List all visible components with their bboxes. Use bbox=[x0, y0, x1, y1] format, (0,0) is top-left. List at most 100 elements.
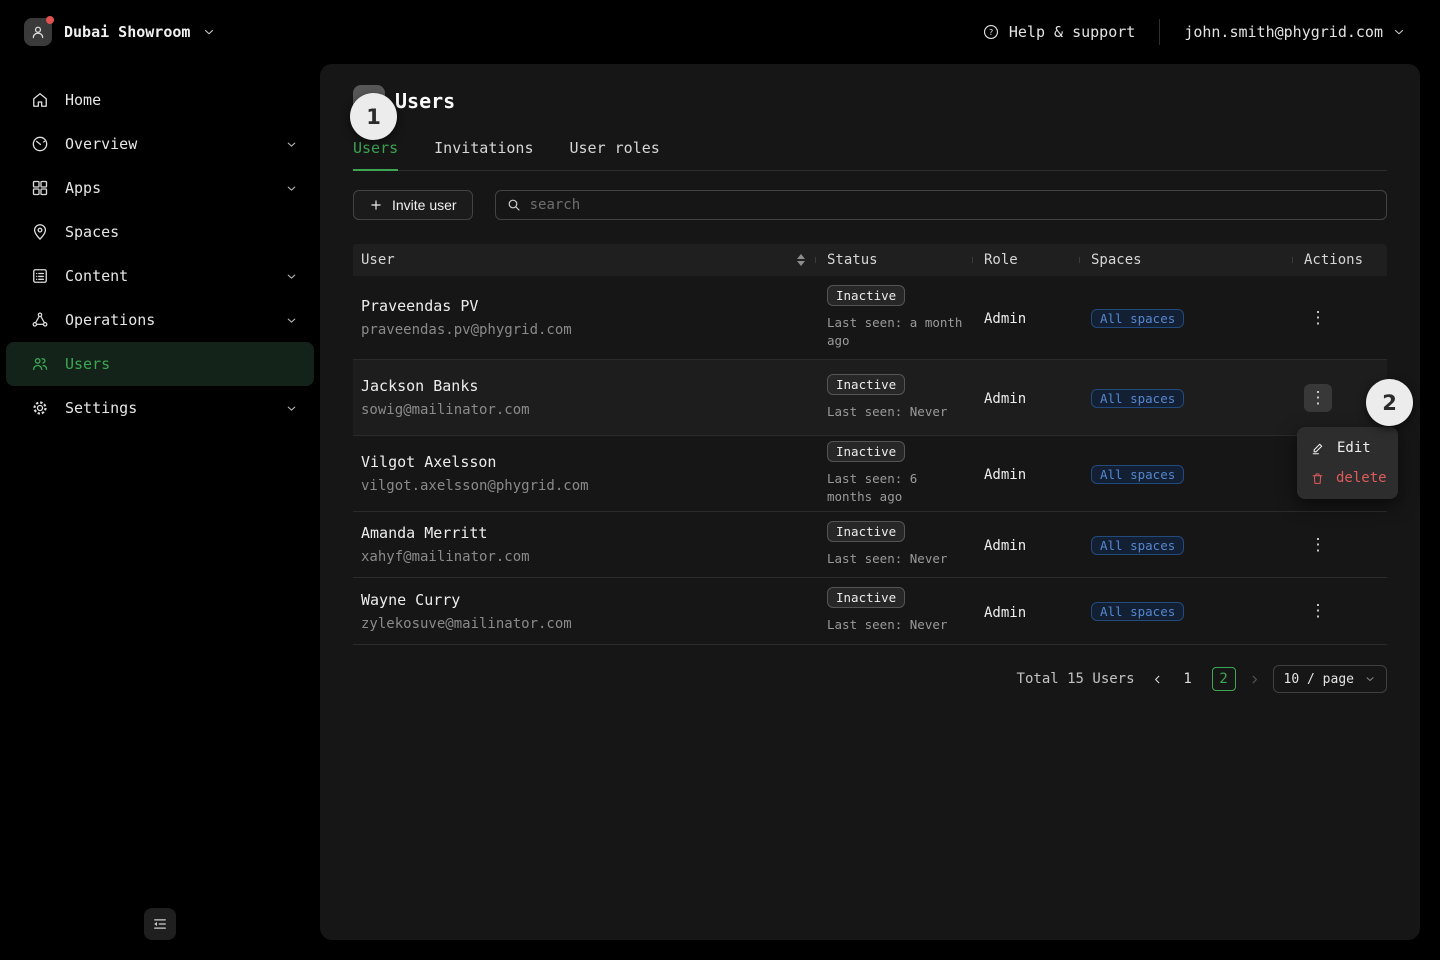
help-label: Help & support bbox=[1009, 23, 1135, 41]
sidebar-item-label: Users bbox=[65, 355, 110, 373]
tab-users[interactable]: Users bbox=[353, 139, 398, 170]
sidebar-item-users[interactable]: Users bbox=[6, 342, 314, 386]
page-button-2[interactable]: 2 bbox=[1212, 667, 1236, 691]
top-bar: Dubai Showroom ? Help & support john.smi… bbox=[0, 0, 1440, 64]
row-actions-kebab-icon[interactable]: ⋮ bbox=[1304, 304, 1332, 332]
search-input[interactable] bbox=[530, 197, 1376, 213]
sidebar-collapse-button[interactable] bbox=[144, 908, 176, 940]
search-icon bbox=[506, 197, 522, 213]
column-header-user[interactable]: User bbox=[353, 252, 815, 268]
sidebar-item-settings[interactable]: Settings bbox=[0, 386, 320, 430]
user-email: praveendas.pv@phygrid.com bbox=[361, 322, 815, 338]
menu-fold-icon bbox=[151, 915, 169, 933]
apps-grid-icon bbox=[30, 178, 50, 198]
question-circle-icon: ? bbox=[982, 23, 1000, 41]
user-name: Vilgot Axelsson bbox=[361, 453, 815, 471]
context-menu-label: delete bbox=[1336, 470, 1387, 486]
page-button-1[interactable]: 1 bbox=[1176, 667, 1200, 691]
trash-icon bbox=[1310, 471, 1325, 486]
next-page-icon[interactable] bbox=[1248, 673, 1261, 686]
account-menu[interactable]: john.smith@phygrid.com bbox=[1184, 23, 1406, 41]
plus-icon bbox=[369, 198, 383, 212]
context-menu-edit[interactable]: Edit bbox=[1297, 433, 1398, 463]
spaces-tag: All spaces bbox=[1091, 309, 1184, 328]
org-name: Dubai Showroom bbox=[64, 23, 190, 41]
role-text: Admin bbox=[984, 391, 1026, 407]
org-avatar bbox=[24, 18, 52, 46]
users-table: User Status Role Spaces Actions Praveend… bbox=[353, 244, 1387, 645]
topbar-divider bbox=[1159, 19, 1160, 45]
column-header-actions: Actions bbox=[1292, 252, 1387, 268]
sidebar-item-label: Home bbox=[65, 91, 101, 109]
context-menu-delete[interactable]: delete bbox=[1297, 463, 1398, 493]
row-actions-kebab-icon[interactable]: ⋮ bbox=[1304, 531, 1332, 559]
edit-pencil-icon bbox=[1310, 440, 1326, 456]
sidebar-item-spaces[interactable]: Spaces bbox=[0, 210, 320, 254]
status-badge: Inactive bbox=[827, 521, 905, 542]
row-actions-kebab-icon[interactable]: ⋮ bbox=[1304, 597, 1332, 625]
invite-user-button[interactable]: Invite user bbox=[353, 190, 473, 220]
location-pin-icon bbox=[30, 222, 50, 242]
sidebar-item-label: Content bbox=[65, 267, 128, 285]
person-icon bbox=[29, 23, 47, 41]
sidebar-item-operations[interactable]: Operations bbox=[0, 298, 320, 342]
chevron-down-icon bbox=[285, 270, 298, 283]
role-text: Admin bbox=[984, 538, 1026, 554]
sidebar-item-content[interactable]: Content bbox=[0, 254, 320, 298]
status-badge: Inactive bbox=[827, 441, 905, 462]
column-header-status: Status bbox=[815, 252, 972, 268]
sidebar-item-label: Apps bbox=[65, 179, 101, 197]
chevron-down-icon bbox=[202, 25, 216, 39]
tab-invitations[interactable]: Invitations bbox=[434, 139, 533, 170]
column-header-spaces: Spaces bbox=[1079, 252, 1292, 268]
last-seen-text: Last seen: Never bbox=[827, 616, 969, 634]
sidebar-item-label: Operations bbox=[65, 311, 155, 329]
table-header: User Status Role Spaces Actions bbox=[353, 244, 1387, 276]
status-badge: Inactive bbox=[827, 285, 905, 306]
user-name: Praveendas PV bbox=[361, 297, 815, 315]
chevron-down-icon bbox=[1364, 673, 1376, 685]
last-seen-text: Last seen: Never bbox=[827, 550, 969, 568]
sidebar-item-overview[interactable]: Overview bbox=[0, 122, 320, 166]
org-switcher[interactable]: Dubai Showroom bbox=[24, 18, 216, 46]
pagination: Total 15 Users 1 2 10 / page bbox=[353, 665, 1387, 693]
home-icon bbox=[30, 90, 50, 110]
search-box[interactable] bbox=[495, 190, 1387, 220]
role-text: Admin bbox=[984, 311, 1026, 327]
chevron-down-icon bbox=[285, 138, 298, 151]
page-size-select[interactable]: 10 / page bbox=[1273, 665, 1387, 693]
sidebar-item-home[interactable]: Home bbox=[0, 78, 320, 122]
table-row: Praveendas PV praveendas.pv@phygrid.com … bbox=[353, 276, 1387, 360]
user-email: sowig@mailinator.com bbox=[361, 402, 815, 418]
role-text: Admin bbox=[984, 605, 1026, 621]
tab-user-roles[interactable]: User roles bbox=[570, 139, 660, 170]
sidebar-item-label: Settings bbox=[65, 399, 137, 417]
user-email: zylekosuve@mailinator.com bbox=[361, 616, 815, 632]
row-actions-kebab-icon[interactable]: ⋮ bbox=[1304, 384, 1332, 412]
prev-page-icon[interactable] bbox=[1151, 673, 1164, 686]
sidebar-item-apps[interactable]: Apps bbox=[0, 166, 320, 210]
help-support-link[interactable]: ? Help & support bbox=[982, 23, 1135, 41]
user-email: vilgot.axelsson@phygrid.com bbox=[361, 478, 815, 494]
status-badge: Inactive bbox=[827, 587, 905, 608]
users-icon bbox=[30, 354, 50, 374]
annotation-step-1: 1 bbox=[350, 93, 397, 140]
role-text: Admin bbox=[984, 467, 1026, 483]
gauge-icon bbox=[30, 134, 50, 154]
last-seen-text: Last seen: a month ago bbox=[827, 314, 969, 350]
context-menu-label: Edit bbox=[1337, 440, 1371, 456]
user-name: Jackson Banks bbox=[361, 377, 815, 395]
annotation-step-2: 2 bbox=[1366, 379, 1413, 426]
sort-icon[interactable] bbox=[797, 254, 805, 266]
user-email: xahyf@mailinator.com bbox=[361, 549, 815, 565]
page-title: Users bbox=[395, 89, 455, 113]
chevron-down-icon bbox=[1392, 25, 1406, 39]
chevron-down-icon bbox=[285, 402, 298, 415]
status-badge: Inactive bbox=[827, 374, 905, 395]
user-name: Amanda Merritt bbox=[361, 524, 815, 542]
column-header-role: Role bbox=[972, 252, 1079, 268]
page-size-value: 10 / page bbox=[1284, 672, 1354, 687]
chevron-down-icon bbox=[285, 314, 298, 327]
spaces-tag: All spaces bbox=[1091, 536, 1184, 555]
spaces-tag: All spaces bbox=[1091, 389, 1184, 408]
